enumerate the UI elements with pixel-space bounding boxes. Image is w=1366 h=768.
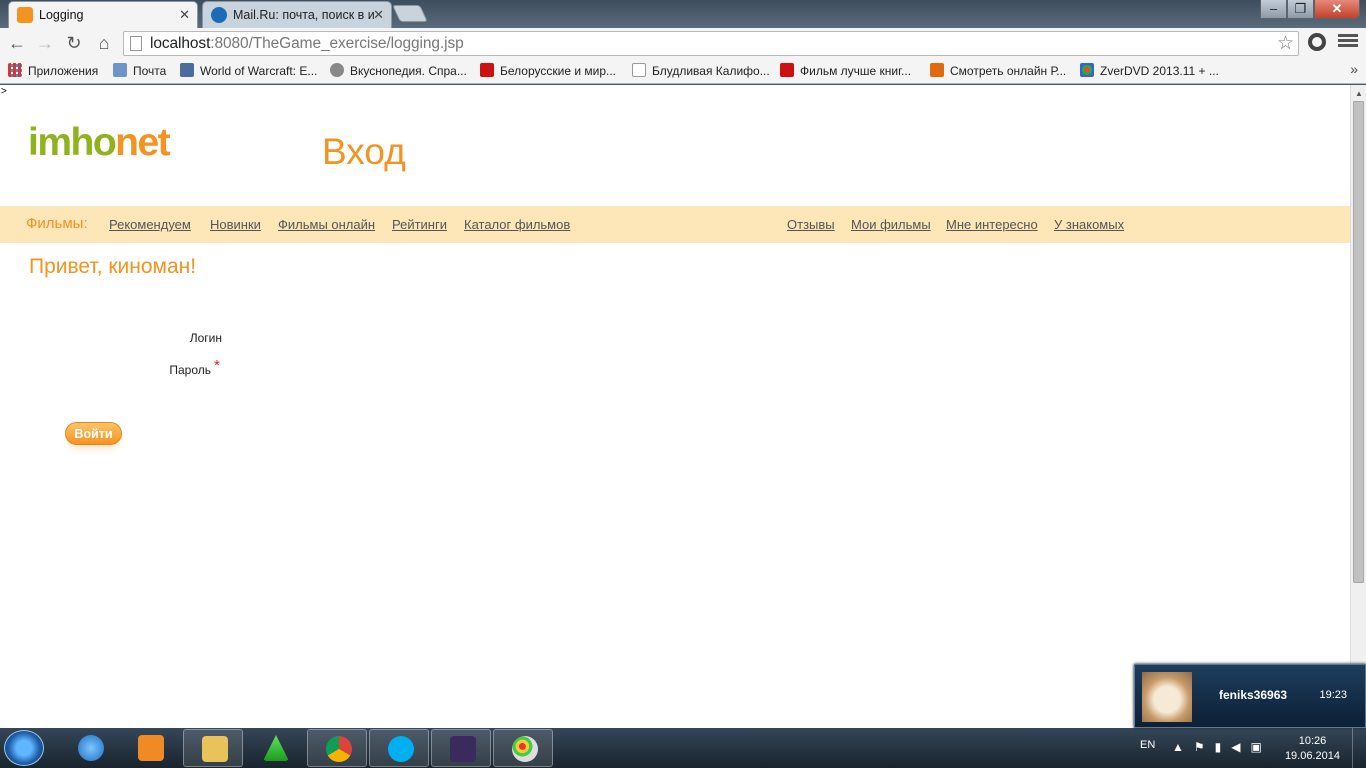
close-window-button[interactable]: ✕ xyxy=(1314,0,1360,19)
nav-link-interesting[interactable]: Мне интересно xyxy=(946,217,1038,232)
tab-label: Mail.Ru: почта, поиск в и xyxy=(233,8,375,22)
skype-notification[interactable]: feniks36963 19:23 xyxy=(1134,664,1366,728)
shield-icon xyxy=(780,63,794,77)
page-icon xyxy=(130,36,142,51)
forward-arrow-icon[interactable]: → xyxy=(34,32,56,54)
bookmark-zverdvd[interactable]: ZverDVD 2013.11 + ... xyxy=(1080,63,1219,78)
greeting-heading: Привет, киноман! xyxy=(29,255,197,278)
nav-link-recommend[interactable]: Рекомендуем xyxy=(109,217,191,232)
skype-icon xyxy=(388,736,414,762)
extension-icon[interactable] xyxy=(1308,33,1326,51)
required-marker: * xyxy=(214,357,220,374)
flower-icon xyxy=(1080,63,1094,77)
notification-user: feniks36963 xyxy=(1219,688,1288,702)
bookmarks-bar: Приложения Почта World of Warcraft: E...… xyxy=(0,58,1366,84)
clock-time: 10:26 xyxy=(1298,735,1327,747)
nav-link-friends[interactable]: У знакомых xyxy=(1054,217,1124,232)
avatar xyxy=(1142,672,1192,722)
java-ee-ide-icon xyxy=(450,736,476,762)
nav-link-catalog[interactable]: Каталог фильмов xyxy=(464,217,570,232)
a-letter-icon xyxy=(263,735,289,761)
bookmark-watch-online[interactable]: Смотреть онлайн Р... xyxy=(930,63,1066,78)
taskbar-chrome[interactable] xyxy=(307,729,367,767)
internet-explorer-icon xyxy=(78,735,104,761)
f-icon xyxy=(930,63,944,77)
chrome-icon xyxy=(326,736,352,762)
mailru-favicon-icon xyxy=(211,7,227,23)
nav-link-my-films[interactable]: Мои фильмы xyxy=(851,217,931,232)
taskbar-explorer[interactable] xyxy=(183,729,243,767)
taskbar-java-ee-ide[interactable] xyxy=(431,729,491,767)
address-bar[interactable]: localhost:8080/TheGame_exercise/logging.… xyxy=(123,31,1299,56)
tab-strip: Logging ✕ Mail.Ru: почта, поиск в и ✕ – … xyxy=(0,0,1366,28)
tab-logging[interactable]: Logging ✕ xyxy=(8,1,198,28)
tab-label: Logging xyxy=(39,8,84,22)
page-viewport: > imhonet Вход Фильмы: Рекомендуем Новин… xyxy=(0,85,1350,728)
bookmark-apps[interactable]: Приложения xyxy=(8,63,98,78)
browser-toolbar: ← → ↻ ⌂ localhost:8080/TheGame_exercise/… xyxy=(0,28,1366,58)
bookmarks-overflow-button[interactable]: » xyxy=(1350,61,1358,77)
films-nav: Фильмы: Рекомендуем Новинки Фильмы онлай… xyxy=(0,206,1350,243)
close-icon[interactable]: ✕ xyxy=(179,2,190,28)
scroll-up-arrow-icon[interactable]: ▲ xyxy=(1355,89,1363,98)
bookmark-belarus[interactable]: Белорусские и мир... xyxy=(480,63,616,78)
taskbar-media[interactable] xyxy=(120,729,180,767)
login-label: Логин xyxy=(189,331,222,345)
taskbar-paint[interactable] xyxy=(493,729,553,767)
tray-icons[interactable]: ▲⚑▮◀▣ xyxy=(1172,740,1272,754)
palette-icon xyxy=(512,736,538,762)
nav-label: Фильмы: xyxy=(26,215,88,232)
vk-icon xyxy=(180,63,194,77)
start-button[interactable] xyxy=(4,730,44,766)
system-tray: EN ▲⚑▮◀▣ 10:26 19.06.2014 xyxy=(1116,728,1366,768)
nav-link-reviews[interactable]: Отзывы xyxy=(787,217,835,232)
close-icon[interactable]: ✕ xyxy=(373,2,384,28)
taskbar-skype[interactable] xyxy=(369,729,429,767)
media-player-icon xyxy=(138,735,164,761)
clock-date: 19.06.2014 xyxy=(1284,750,1340,762)
windows-taskbar: EN ▲⚑▮◀▣ 10:26 19.06.2014 xyxy=(0,728,1366,768)
page-icon xyxy=(632,63,646,77)
feather-icon xyxy=(330,63,344,77)
window-controls: – ❐ ✕ xyxy=(1260,0,1360,19)
bookmark-mail[interactable]: Почта xyxy=(113,63,166,78)
chrome-menu-icon[interactable] xyxy=(1338,32,1358,52)
back-arrow-icon[interactable]: ← xyxy=(6,32,28,54)
bookmark-californication[interactable]: Блудливая Калифо... xyxy=(632,63,770,78)
url-text: localhost:8080/TheGame_exercise/logging.… xyxy=(150,35,464,52)
page-title: Вход xyxy=(322,131,406,172)
nav-link-ratings[interactable]: Рейтинги xyxy=(392,217,447,232)
mail-icon xyxy=(113,63,127,77)
new-tab-button[interactable] xyxy=(392,5,428,22)
bookmark-film-book[interactable]: Фильм лучше книг... xyxy=(780,63,911,78)
folder-icon xyxy=(202,736,228,762)
login-button[interactable]: Войти xyxy=(65,422,122,445)
bookmark-wow[interactable]: World of Warcraft: E... xyxy=(180,63,317,78)
taskbar-ie[interactable] xyxy=(60,729,120,767)
maximize-button[interactable]: ❐ xyxy=(1287,0,1314,19)
taskbar-a-app[interactable] xyxy=(245,729,305,767)
language-indicator[interactable]: EN xyxy=(1140,739,1155,751)
shield-icon xyxy=(480,63,494,77)
bookmark-vkusnopedia[interactable]: Вкуснопедия. Спра... xyxy=(330,63,467,78)
reload-icon[interactable]: ↻ xyxy=(63,32,85,54)
imhonet-logo[interactable]: imhonet xyxy=(28,121,171,165)
minimize-button[interactable]: – xyxy=(1260,0,1287,19)
notification-time: 19:23 xyxy=(1319,689,1347,701)
home-icon[interactable]: ⌂ xyxy=(93,32,115,54)
show-desktop-button[interactable] xyxy=(1352,728,1366,768)
nav-link-online[interactable]: Фильмы онлайн xyxy=(278,217,375,232)
nav-link-new[interactable]: Новинки xyxy=(210,217,261,232)
stray-text: > xyxy=(1,86,7,97)
apps-grid-icon xyxy=(8,63,22,77)
scrollbar-thumb[interactable] xyxy=(1353,101,1364,583)
password-label: Пароль xyxy=(169,363,211,377)
imhonet-favicon-icon xyxy=(17,7,33,23)
clock[interactable]: 10:26 19.06.2014 xyxy=(1285,734,1340,764)
bookmark-star-icon[interactable]: ☆ xyxy=(1277,32,1294,55)
page-scrollbar[interactable]: ▲ xyxy=(1350,85,1366,728)
tab-mailru[interactable]: Mail.Ru: почта, поиск в и ✕ xyxy=(202,1,392,28)
